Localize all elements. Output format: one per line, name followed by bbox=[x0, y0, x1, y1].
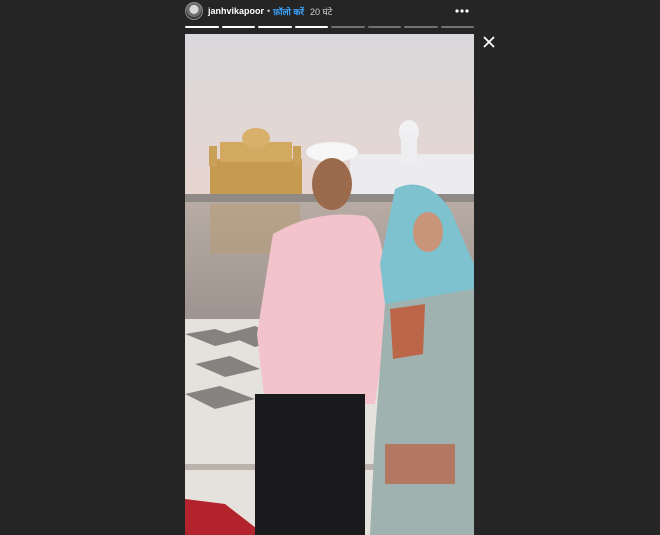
progress-segment bbox=[367, 26, 401, 28]
story-progress-bar bbox=[185, 26, 474, 28]
progress-segment bbox=[185, 26, 219, 28]
progress-segment bbox=[404, 26, 438, 28]
profile-avatar[interactable] bbox=[185, 2, 203, 20]
separator-dot: • bbox=[267, 6, 271, 16]
progress-segment bbox=[258, 26, 292, 28]
progress-segment bbox=[221, 26, 255, 28]
progress-segment bbox=[294, 26, 328, 28]
username[interactable]: janhvikapoor bbox=[208, 6, 264, 16]
close-icon[interactable] bbox=[481, 34, 497, 50]
story-header: janhvikapoor • फ़ॉलो करें 20 घंटे bbox=[185, 2, 474, 20]
post-time: 20 घंटे bbox=[309, 6, 333, 17]
follow-button[interactable]: फ़ॉलो करें bbox=[273, 5, 304, 18]
progress-segment bbox=[440, 26, 474, 28]
more-options-icon[interactable] bbox=[454, 3, 470, 13]
progress-segment bbox=[331, 26, 365, 28]
story-photo[interactable] bbox=[185, 34, 474, 535]
